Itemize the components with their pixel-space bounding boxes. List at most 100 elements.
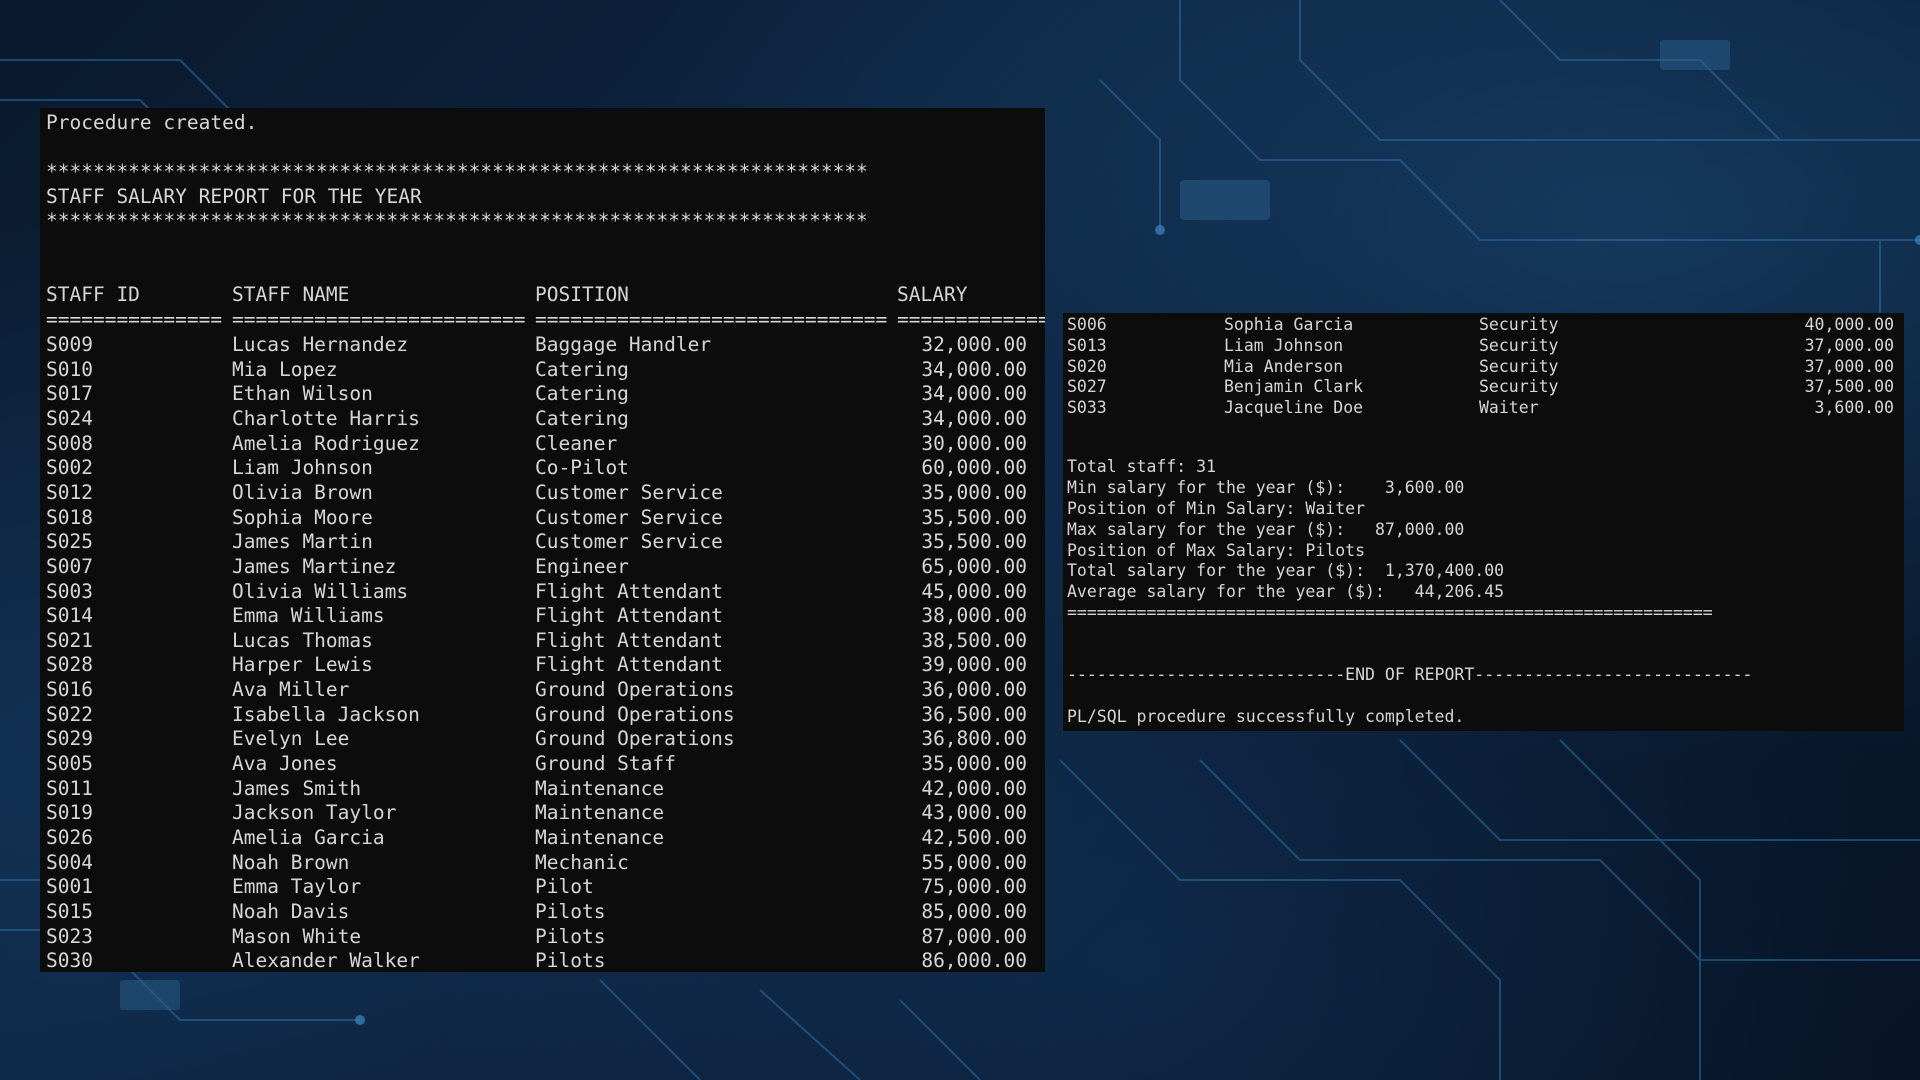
- table-separator-row: =============== ========================…: [40, 308, 1045, 333]
- salary-cell: 75,000.00: [921, 875, 1027, 899]
- table-row: S002 Liam Johnson Co-Pilot 60,000.00: [40, 456, 1045, 481]
- staff-name-cell: Noah Brown: [232, 850, 350, 874]
- header-staff-id: STAFF ID: [46, 283, 140, 306]
- banner-bottom: ****************************************…: [46, 209, 868, 232]
- table-row: S018 Sophia Moore Customer Service 35,500.0…: [40, 506, 1045, 531]
- position-cell: Flight Attendant: [535, 604, 723, 628]
- position-cell: Customer Service: [535, 530, 723, 554]
- separator-staff-name: =========================: [232, 308, 526, 331]
- staff-name-cell: James Smith: [232, 776, 362, 800]
- table-header-row: STAFF ID STAFF NAME POSITION SALARY: [40, 283, 1045, 308]
- table-row: S012 Olivia Brown Customer Service 35,000.0…: [40, 481, 1045, 506]
- salary-cell: 3,600.00: [1814, 398, 1894, 418]
- staff-name-cell: Olivia Brown: [232, 480, 373, 504]
- summary-separator: ========================================…: [1067, 603, 1713, 622]
- salary-cell: 86,000.00: [921, 949, 1027, 972]
- salary-cell: 37,500.00: [1804, 377, 1894, 397]
- staff-id-cell: S022: [46, 702, 93, 726]
- table-row: S011 James Smith Maintenance 42,000.00: [40, 777, 1045, 802]
- salary-cell: 37,000.00: [1804, 356, 1894, 376]
- min-position-line: Position of Min Salary: Waiter: [1067, 499, 1366, 518]
- staff-name-cell: Emma Williams: [232, 604, 385, 628]
- position-cell: Pilots: [535, 899, 606, 923]
- table-row: S003 Olivia Williams Flight Attendant 45,00…: [40, 580, 1045, 605]
- max-salary-line: Max salary for the year ($): 87,000.00: [1067, 520, 1465, 539]
- salary-cell: 87,000.00: [921, 924, 1027, 948]
- staff-id-cell: S033: [1067, 398, 1107, 418]
- salary-cell: 38,000.00: [921, 604, 1027, 628]
- table-row: S028 Harper Lewis Flight Attendant 39,000.0…: [40, 653, 1045, 678]
- staff-id-cell: S007: [46, 554, 93, 578]
- table-row: S026 Amelia Garcia Maintenance 42,500.00: [40, 826, 1045, 851]
- position-cell: Flight Attendant: [535, 628, 723, 652]
- table-row: S022 Isabella Jackson Ground Operations 36,…: [40, 703, 1045, 728]
- staff-name-cell: Evelyn Lee: [232, 727, 350, 751]
- header-position: POSITION: [535, 283, 629, 306]
- terminal-window-summary: S006 Sophia Garcia Security 40,000.00 S013 Li…: [1063, 313, 1904, 731]
- staff-name-cell: Ethan Wilson: [232, 382, 373, 406]
- staff-id-cell: S013: [1067, 335, 1107, 355]
- table-row: S033 Jacqueline Doe Waiter 3,600.00: [1063, 398, 1904, 419]
- staff-id-cell: S006: [1067, 315, 1107, 334]
- staff-id-cell: S018: [46, 505, 93, 529]
- staff-name-cell: Jackson Taylor: [232, 801, 397, 825]
- position-cell: Mechanic: [535, 850, 629, 874]
- salary-cell: 42,000.00: [921, 776, 1027, 800]
- salary-cell: 35,500.00: [921, 505, 1027, 529]
- min-salary-line: Min salary for the year ($): 3,600.00: [1067, 478, 1465, 497]
- staff-name-cell: Liam Johnson: [1224, 335, 1344, 355]
- salary-cell: 35,000.00: [921, 752, 1027, 776]
- staff-name-cell: Jacqueline Doe: [1224, 398, 1364, 418]
- salary-cell: 43,000.00: [921, 801, 1027, 825]
- position-cell: Pilot: [535, 875, 594, 899]
- table-row: S010 Mia Lopez Catering 34,000.00: [40, 358, 1045, 383]
- position-cell: Ground Operations: [535, 678, 735, 702]
- staff-name-cell: Lucas Hernandez: [232, 333, 409, 356]
- salary-cell: 34,000.00: [921, 406, 1027, 430]
- salary-cell: 40,000.00: [1804, 315, 1894, 334]
- header-salary: SALARY: [897, 283, 968, 306]
- completion-message: PL/SQL procedure successfully completed.: [1067, 707, 1465, 726]
- staff-id-cell: S001: [46, 875, 93, 899]
- salary-cell: 55,000.00: [921, 850, 1027, 874]
- position-cell: Maintenance: [535, 826, 665, 849]
- staff-id-cell: S025: [46, 530, 93, 554]
- table-row: S017 Ethan Wilson Catering 34,000.00: [40, 382, 1045, 407]
- table-row: S009 Lucas Hernandez Baggage Handler 32,000…: [40, 333, 1045, 358]
- table-row: S013 Liam Johnson Security 37,000.00: [1063, 336, 1904, 357]
- table-row: S016 Ava Miller Ground Operations 36,000.00: [40, 678, 1045, 703]
- position-cell: Security: [1479, 356, 1559, 376]
- salary-cell: 37,000.00: [1804, 335, 1894, 355]
- salary-cell: 85,000.00: [921, 899, 1027, 923]
- staff-id-cell: S029: [46, 727, 93, 751]
- max-position-line: Position of Max Salary: Pilots: [1067, 541, 1366, 560]
- staff-id-cell: S017: [46, 382, 93, 406]
- table-row: S008 Amelia Rodriguez Cleaner 30,000.00: [40, 432, 1045, 457]
- staff-name-cell: Alexander Walker: [232, 949, 420, 972]
- staff-id-cell: S027: [1067, 377, 1107, 397]
- salary-cell: 36,000.00: [921, 678, 1027, 702]
- header-staff-name: STAFF NAME: [232, 283, 350, 306]
- total-salary-line: Total salary for the year ($): 1,370,400…: [1067, 561, 1505, 580]
- staff-name-cell: Isabella Jackson: [232, 702, 420, 726]
- table-row: S005 Ava Jones Ground Staff 35,000.00: [40, 752, 1045, 777]
- staff-id-cell: S021: [46, 628, 93, 652]
- staff-id-cell: S012: [46, 480, 93, 504]
- table-row: S015 Noah Davis Pilots 85,000.00: [40, 900, 1045, 925]
- staff-name-cell: Liam Johnson: [232, 456, 373, 480]
- position-cell: Maintenance: [535, 776, 665, 800]
- table-row: S029 Evelyn Lee Ground Operations 36,800.00: [40, 727, 1045, 752]
- staff-name-cell: Lucas Thomas: [232, 628, 373, 652]
- staff-id-cell: S019: [46, 801, 93, 825]
- position-cell: Engineer: [535, 554, 629, 578]
- position-cell: Baggage Handler: [535, 333, 712, 356]
- table-row: S001 Emma Taylor Pilot 75,000.00: [40, 875, 1045, 900]
- staff-name-cell: Amelia Rodriguez: [232, 431, 420, 455]
- table-row: S024 Charlotte Harris Catering 34,000.00: [40, 407, 1045, 432]
- staff-id-cell: S030: [46, 949, 93, 972]
- salary-cell: 65,000.00: [921, 554, 1027, 578]
- procedure-created-message: Procedure created.: [46, 111, 258, 134]
- salary-cell: 39,000.00: [921, 653, 1027, 677]
- staff-id-cell: S020: [1067, 356, 1107, 376]
- position-cell: Flight Attendant: [535, 579, 723, 603]
